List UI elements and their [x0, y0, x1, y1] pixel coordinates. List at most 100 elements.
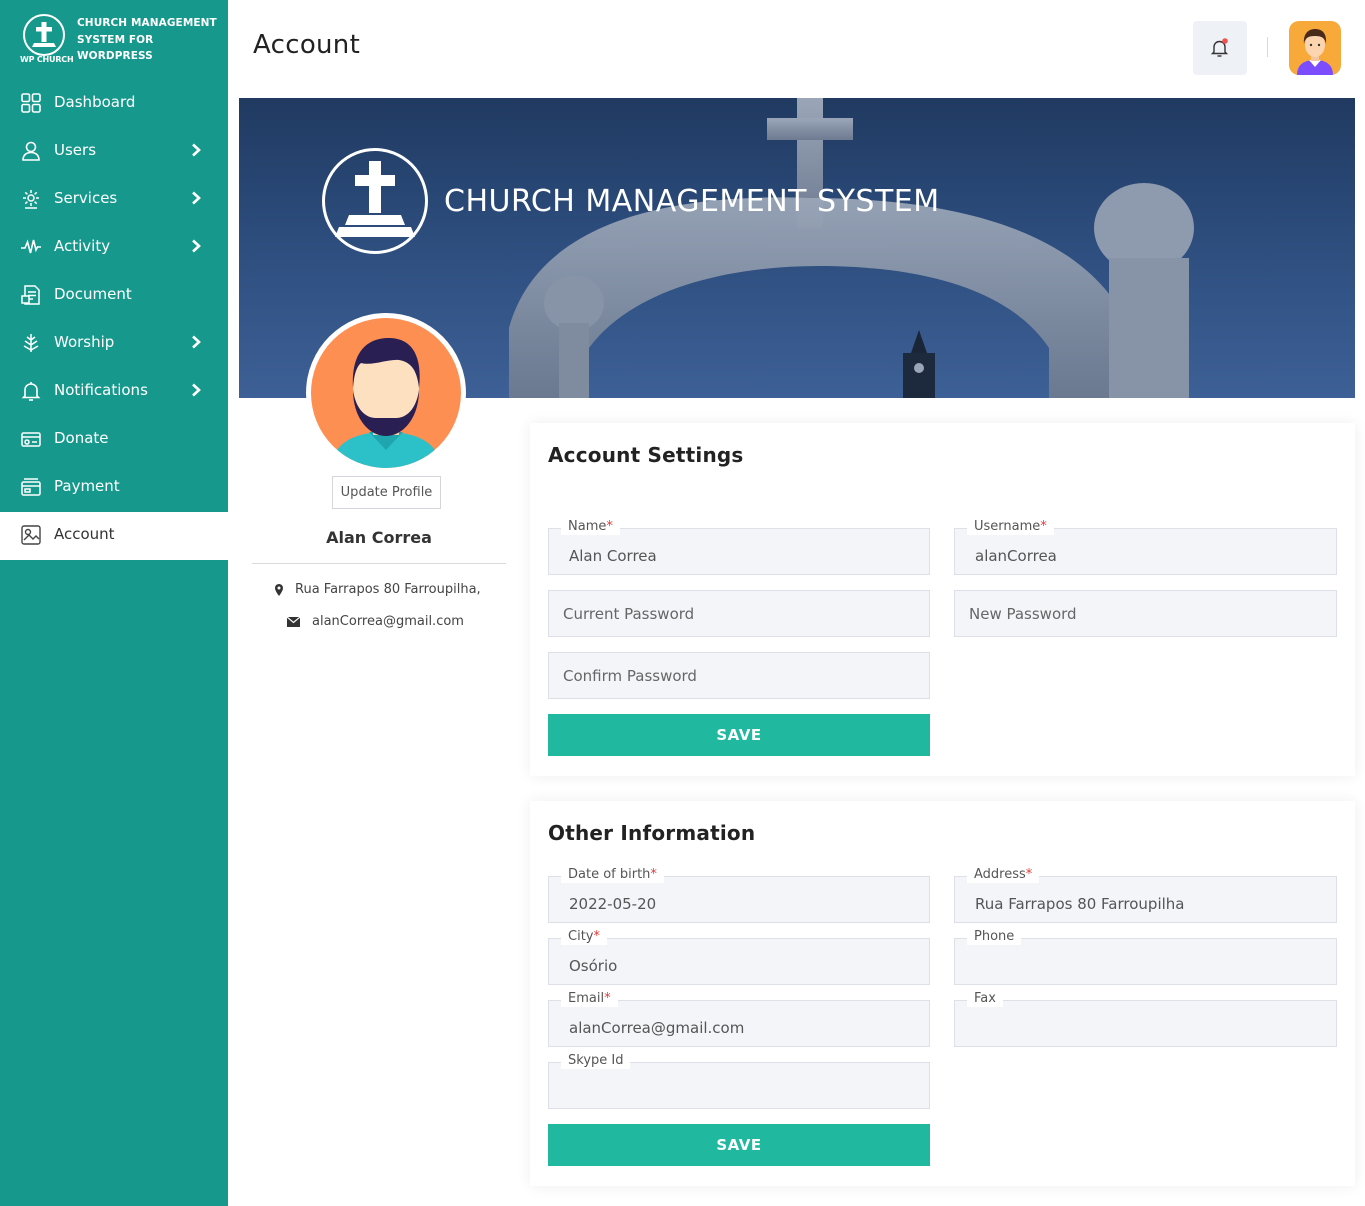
email-label: Email: [568, 991, 605, 1006]
brand-subtitle: WP CHURCH: [20, 55, 74, 64]
document-icon: [21, 285, 40, 305]
account-icon: [21, 525, 41, 545]
sidebar-item-notifications[interactable]: Notifications: [0, 368, 228, 416]
profile-email: alanCorrea@gmail.com: [312, 614, 464, 629]
sidebar-item-label: Document: [54, 285, 132, 303]
field-label: Fax: [967, 991, 1003, 1007]
worship-icon: [23, 334, 39, 352]
activity-pulse-icon: [21, 239, 41, 254]
notification-dot: [1222, 38, 1228, 44]
confirm-password-input[interactable]: [549, 653, 929, 698]
city-input[interactable]: [549, 939, 929, 984]
confirm-password-field: [548, 652, 930, 699]
username-field: Username*: [954, 519, 1337, 575]
donate-icon: [21, 432, 41, 447]
required-marker: *: [604, 991, 611, 1006]
sidebar-item-activity[interactable]: Activity: [0, 224, 228, 272]
account-settings-card: Account Settings Name* Username* SAVE: [530, 423, 1355, 776]
sidebar-item-account[interactable]: Account: [0, 512, 228, 560]
new-password-input[interactable]: [955, 591, 1336, 636]
required-marker: *: [606, 519, 613, 534]
page-title: Account: [253, 30, 361, 60]
church-cross-logo-icon: [322, 148, 428, 254]
sidebar-item-label: Notifications: [54, 381, 148, 399]
chevron-right-icon: [192, 383, 201, 397]
dob-field: Date of birth*: [548, 867, 930, 923]
sidebar-item-label: Donate: [54, 429, 109, 447]
sidebar-nav: Dashboard Users Services Activity Docume…: [0, 80, 228, 560]
field-label: Username*: [967, 519, 1054, 535]
sidebar-item-label: Worship: [54, 333, 115, 351]
address-field: Address*: [954, 867, 1337, 923]
avatar-icon: [1297, 29, 1333, 75]
brand-logo[interactable]: WP CHURCH CHURCH MANAGEMENT SYSTEM FOR W…: [20, 12, 220, 68]
avatar-icon: [331, 338, 441, 468]
services-icon: [23, 190, 39, 209]
update-profile-button[interactable]: Update Profile: [332, 476, 441, 509]
profile-address: Rua Farrapos 80 Farroupilha,: [295, 582, 481, 597]
payment-icon: [21, 478, 41, 496]
other-information-card: Other Information Date of birth* Address…: [530, 801, 1355, 1186]
chevron-right-icon: [192, 191, 201, 205]
field-label: Address*: [967, 867, 1040, 883]
fax-label: Fax: [974, 991, 996, 1006]
map-pin-icon: [275, 583, 283, 596]
card-title: Other Information: [548, 821, 756, 845]
name-label: Name: [568, 519, 607, 534]
field-label: Date of birth*: [561, 867, 664, 883]
sidebar-item-label: Account: [54, 525, 115, 543]
user-icon: [22, 141, 40, 161]
header-divider: [1267, 37, 1268, 57]
sidebar-item-services[interactable]: Services: [0, 176, 228, 224]
sidebar-item-dashboard[interactable]: Dashboard: [0, 80, 228, 128]
sidebar-item-donate[interactable]: Donate: [0, 416, 228, 464]
profile-picture: [306, 313, 466, 473]
username-label: Username: [974, 519, 1041, 534]
bell-icon: [1210, 38, 1229, 57]
sidebar-item-label: Activity: [54, 237, 111, 255]
city-label: City: [568, 929, 594, 944]
email-input[interactable]: [549, 1001, 929, 1046]
dob-input[interactable]: [549, 877, 929, 922]
dashboard-grid-icon: [21, 93, 41, 113]
user-avatar[interactable]: [1289, 21, 1341, 75]
city-field: City*: [548, 929, 930, 985]
sidebar-item-label: Payment: [54, 477, 120, 495]
required-marker: *: [593, 929, 600, 944]
chevron-right-icon: [192, 239, 201, 253]
current-password-field: [548, 590, 930, 637]
sidebar-item-payment[interactable]: Payment: [0, 464, 228, 512]
save-other-info-button[interactable]: SAVE: [548, 1124, 930, 1166]
name-field: Name*: [548, 519, 930, 575]
card-title: Account Settings: [548, 443, 744, 467]
sidebar-item-label: Dashboard: [54, 93, 136, 111]
save-account-button[interactable]: SAVE: [548, 714, 930, 756]
chevron-right-icon: [192, 335, 201, 349]
current-password-input[interactable]: [549, 591, 929, 636]
required-marker: *: [650, 867, 657, 882]
required-marker: *: [1040, 519, 1047, 534]
mail-icon: [287, 616, 300, 627]
sidebar-item-worship[interactable]: Worship: [0, 320, 228, 368]
chevron-right-icon: [192, 143, 201, 157]
sidebar-item-document[interactable]: Document: [0, 272, 228, 320]
profile-name: Alan Correa: [326, 528, 432, 547]
address-input[interactable]: [955, 877, 1336, 922]
skype-field: Skype Id: [548, 1053, 930, 1109]
phone-field: Phone: [954, 929, 1337, 985]
field-label: Email*: [561, 991, 618, 1007]
notification-button[interactable]: [1193, 21, 1247, 75]
skype-input[interactable]: [549, 1063, 929, 1108]
username-input[interactable]: [955, 529, 1336, 574]
sidebar-item-users[interactable]: Users: [0, 128, 228, 176]
field-label: Name*: [561, 519, 620, 535]
fax-input[interactable]: [955, 1001, 1336, 1046]
field-label: Skype Id: [561, 1053, 631, 1069]
dob-label: Date of birth: [568, 867, 651, 882]
field-label: City*: [561, 929, 607, 945]
name-input[interactable]: [549, 529, 929, 574]
field-label: Phone: [967, 929, 1022, 945]
phone-input[interactable]: [955, 939, 1336, 984]
required-marker: *: [1025, 867, 1033, 882]
church-cross-logo-icon: [23, 14, 65, 56]
